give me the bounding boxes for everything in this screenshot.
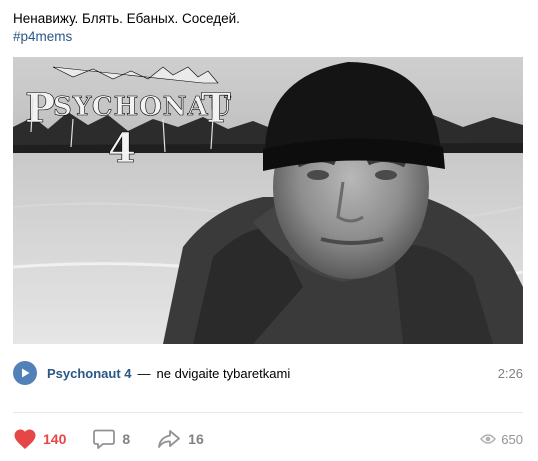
- audio-duration: 2:26: [497, 365, 523, 381]
- comment-button[interactable]: 8: [92, 428, 130, 450]
- audio-attachment: Psychonaut 4 — ne dvigaite tybaretkami 2…: [13, 360, 523, 386]
- post-text: Ненавижу. Блять. Ебаных. Соседей.: [13, 11, 240, 26]
- svg-text:T: T: [201, 85, 231, 132]
- comment-count: 8: [122, 431, 131, 447]
- play-button[interactable]: [13, 361, 37, 385]
- svg-text:4: 4: [108, 125, 136, 172]
- post-text-block: Ненавижу. Блять. Ебаных. Соседей. #p4mem…: [13, 10, 240, 46]
- views-count: 650: [501, 431, 523, 447]
- post-photo[interactable]: P SYCHONAU T 4: [13, 57, 523, 344]
- eye-icon: [480, 434, 497, 444]
- post-actions: 140 8 16 650: [13, 426, 523, 452]
- like-count: 140: [43, 431, 67, 447]
- divider: [13, 412, 523, 413]
- like-button[interactable]: 140: [13, 428, 66, 450]
- share-button[interactable]: 16: [156, 428, 204, 450]
- heart-icon: [14, 429, 36, 449]
- views-counter: 650: [480, 432, 523, 447]
- audio-title: ne dvigaite tybaretkami: [156, 365, 291, 381]
- audio-separator: —: [137, 365, 151, 381]
- play-icon: [22, 368, 30, 378]
- comment-icon: [93, 429, 116, 449]
- share-arrow-icon: [158, 430, 181, 448]
- audio-artist-link[interactable]: Psychonaut 4: [47, 366, 132, 381]
- svg-text:P: P: [25, 85, 55, 132]
- hashtag-link[interactable]: #p4mems: [13, 28, 240, 46]
- photo-image: P SYCHONAU T 4: [13, 57, 523, 344]
- share-count: 16: [188, 431, 204, 447]
- wall-post: Ненавижу. Блять. Ебаных. Соседей. #p4mem…: [0, 0, 538, 461]
